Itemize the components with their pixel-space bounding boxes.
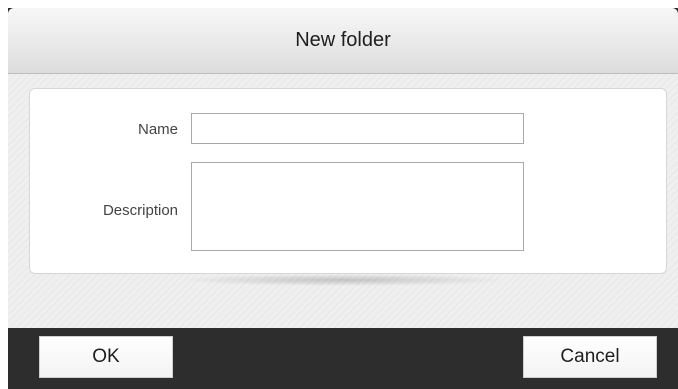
- dialog-body: Name Description: [8, 74, 678, 328]
- dialog-title-bar: New folder: [8, 8, 678, 74]
- description-input[interactable]: [191, 162, 524, 251]
- description-label: Description: [102, 202, 178, 219]
- ok-button[interactable]: OK: [39, 336, 173, 378]
- new-folder-dialog: New folder Name Description OK Cancel: [8, 8, 678, 389]
- name-label: Name: [137, 121, 178, 138]
- name-input[interactable]: [191, 113, 524, 144]
- cancel-button[interactable]: Cancel: [523, 336, 657, 378]
- form-panel: Name Description: [29, 88, 667, 274]
- dialog-footer: OK Cancel: [8, 328, 678, 389]
- panel-shadow: [178, 274, 508, 286]
- dialog-title: New folder: [295, 29, 391, 51]
